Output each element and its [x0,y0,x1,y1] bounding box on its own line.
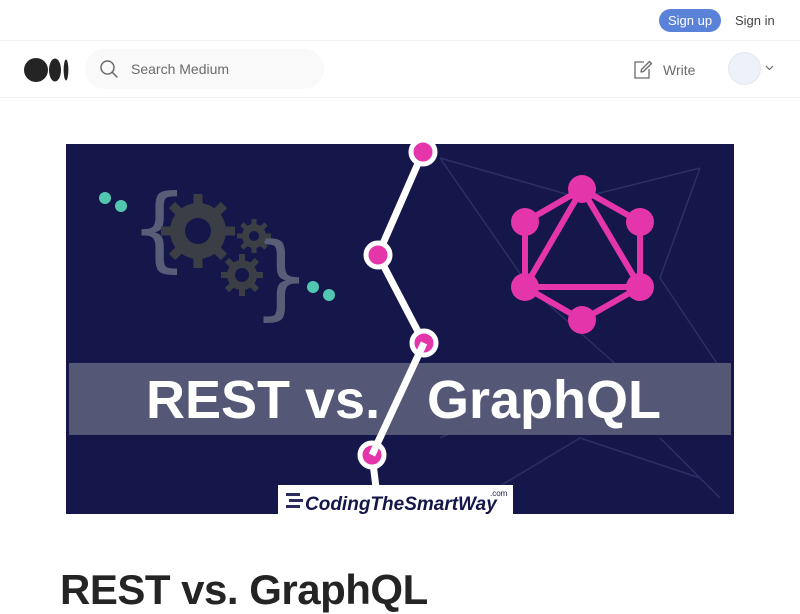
article-title: REST vs. GraphQL [60,566,428,613]
avatar[interactable] [728,52,761,85]
write-button[interactable]: Write [632,58,695,82]
hero-image: { } REST vs. GraphQL CodingTheSmartWay .… [60,138,740,520]
search-input[interactable] [131,49,311,89]
search-icon [100,60,118,78]
top-bar: Sign up Sign in [0,0,800,41]
medium-logo-icon[interactable] [24,57,70,83]
sign-in-link[interactable]: Sign in [735,9,775,32]
hero-left-text: REST vs. [146,370,380,430]
brand-suffix: .com [490,489,508,498]
brand-text: CodingTheSmartWay [305,494,498,515]
sign-up-button[interactable]: Sign up [659,9,721,32]
site-header: Write [0,41,800,98]
search-bar[interactable] [85,49,324,89]
hero-right-text: GraphQL [427,370,661,430]
write-icon [634,60,653,79]
write-label: Write [663,62,696,78]
chevron-down-icon[interactable] [765,65,774,71]
